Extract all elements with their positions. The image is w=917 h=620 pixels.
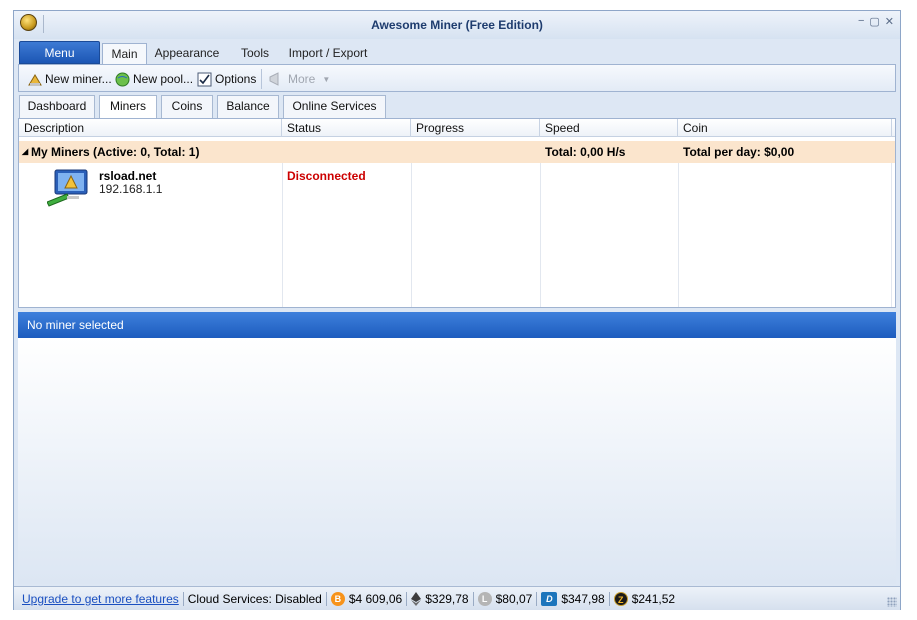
computer-miner-icon — [47, 169, 88, 207]
title-bar[interactable]: Awesome Miner (Free Edition) − ▢ ✕ — [14, 11, 900, 39]
minimize-icon[interactable]: − — [858, 15, 864, 28]
tab-online-services[interactable]: Online Services — [283, 95, 386, 118]
status-divider — [536, 591, 538, 606]
column-speed[interactable]: Speed — [540, 119, 678, 137]
ethereum-price: $329,78 — [425, 591, 469, 606]
detail-panel — [18, 338, 896, 584]
chevron-down-icon: ▼ — [322, 74, 331, 84]
tab-tools[interactable]: Tools — [236, 43, 274, 65]
options-button[interactable]: Options — [197, 70, 256, 88]
globe-icon — [115, 72, 130, 86]
new-miner-button[interactable]: New miner... — [27, 70, 112, 88]
column-coin[interactable]: Coin — [678, 119, 892, 137]
toolbar-divider — [261, 69, 262, 89]
price-ethereum[interactable]: $329,78 — [411, 591, 469, 606]
miner-address: 192.168.1.1 — [99, 182, 163, 196]
more-label: More — [288, 72, 316, 86]
bitcoin-icon: B — [330, 591, 345, 606]
tab-balance[interactable]: Balance — [217, 95, 279, 118]
restore-icon[interactable]: ▢ — [869, 15, 879, 28]
upgrade-link[interactable]: Upgrade to get more features — [22, 592, 179, 606]
price-bitcoin[interactable]: B $4 609,06 — [330, 591, 403, 606]
price-dash[interactable]: D $347,98 — [541, 591, 605, 606]
miner-pickaxe-icon — [28, 73, 42, 86]
ethereum-icon — [411, 591, 422, 606]
price-zcash[interactable]: Z $241,52 — [613, 591, 676, 606]
tab-appearance[interactable]: Appearance — [152, 43, 222, 65]
tab-coins[interactable]: Coins — [161, 95, 213, 118]
price-litecoin[interactable]: L $80,07 — [477, 591, 533, 606]
options-label: Options — [215, 72, 257, 86]
status-bar: Upgrade to get more features Cloud Servi… — [14, 586, 900, 610]
status-divider — [608, 591, 610, 606]
close-icon[interactable]: ✕ — [885, 15, 894, 28]
zcash-icon: Z — [613, 591, 628, 606]
miner-status: Disconnected — [287, 169, 366, 183]
document-tabs: Dashboard Miners Coins Balance Online Se… — [18, 95, 896, 119]
detail-header: No miner selected — [18, 312, 896, 338]
resize-grip-icon[interactable] — [887, 597, 897, 607]
litecoin-icon: L — [477, 591, 492, 606]
column-status[interactable]: Status — [282, 119, 411, 137]
table-row[interactable]: rsload.net 192.168.1.1 Disconnected — [19, 163, 895, 207]
menu-button[interactable]: Menu — [19, 41, 100, 64]
app-window: Awesome Miner (Free Edition) − ▢ ✕ Menu … — [13, 10, 901, 610]
litecoin-price: $80,07 — [495, 591, 533, 606]
zcash-price: $241,52 — [631, 591, 676, 606]
status-divider — [325, 591, 327, 606]
tab-import-export[interactable]: Import / Export — [288, 43, 368, 65]
status-divider — [406, 591, 408, 606]
miner-name: rsload.net — [99, 169, 157, 183]
tab-dashboard[interactable]: Dashboard — [19, 95, 95, 118]
collapse-triangle-icon[interactable]: ◢ — [22, 141, 28, 163]
ribbon-tabs: Menu Main Appearance Tools Import / Expo… — [18, 40, 896, 65]
dash-icon: D — [541, 591, 558, 606]
new-pool-button[interactable]: New pool... — [115, 70, 193, 88]
column-progress[interactable]: Progress — [411, 119, 540, 137]
new-pool-label: New pool... — [133, 72, 194, 86]
checkbox-icon — [197, 72, 212, 86]
bitcoin-price: $4 609,06 — [348, 591, 403, 606]
grid-header: Description Status Progress Speed Coin — [19, 119, 895, 137]
cloud-services-status[interactable]: Cloud Services: Disabled — [188, 592, 322, 606]
window-title: Awesome Miner (Free Edition) — [371, 18, 543, 32]
dash-price: $347,98 — [561, 591, 605, 606]
megaphone-icon — [269, 72, 279, 86]
status-divider — [182, 591, 184, 606]
ribbon-toolbar: New miner... New pool... Options More ▼ — [18, 64, 896, 92]
group-total-per-day: Total per day: $0,00 — [683, 145, 795, 159]
more-button[interactable]: More ▼ — [269, 70, 330, 88]
group-total-speed: Total: 0,00 H/s — [545, 145, 626, 159]
new-miner-label: New miner... — [45, 72, 112, 86]
column-description[interactable]: Description — [19, 119, 282, 137]
miners-grid: Description Status Progress Speed Coin ◢… — [18, 118, 896, 308]
group-row-my-miners[interactable]: ◢ My Miners (Active: 0, Total: 1) Total:… — [19, 141, 895, 163]
group-label: My Miners (Active: 0, Total: 1) — [31, 145, 200, 159]
tab-miners[interactable]: Miners — [99, 95, 157, 119]
status-divider — [472, 591, 474, 606]
tab-main[interactable]: Main — [102, 43, 147, 65]
